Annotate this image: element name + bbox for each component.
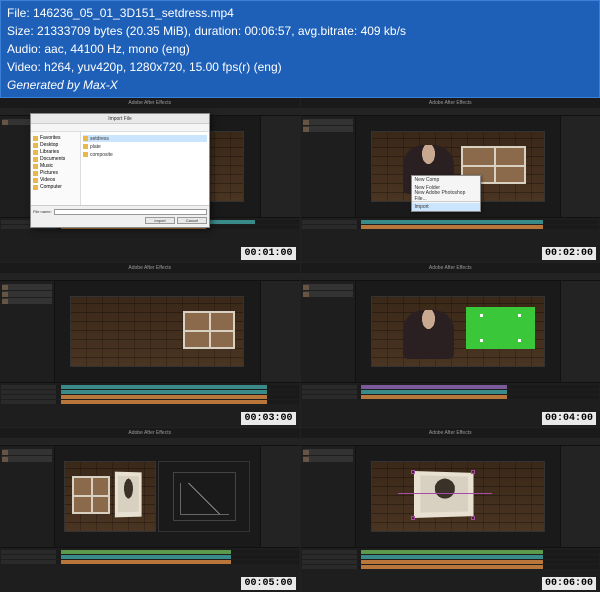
audio-line: Audio: aac, 44100 Hz, mono (eng) (7, 40, 593, 58)
timestamp: 00:02:00 (542, 247, 596, 260)
thumbnail-3[interactable]: Adobe After Effects (0, 263, 300, 427)
thumbnail-6[interactable]: Adobe After Effects (301, 428, 600, 592)
window-prop (72, 476, 110, 514)
app-titlebar: Adobe After Effects (0, 98, 300, 108)
generated-line: Generated by Max-X (7, 76, 593, 94)
file-row[interactable]: setdress (83, 135, 207, 142)
actor (403, 310, 455, 359)
cancel-button[interactable]: Cancel (177, 217, 207, 224)
dialog-title: Import File (31, 114, 209, 124)
thumbnail-5[interactable]: Adobe After Effects (0, 428, 300, 592)
dialog-file-list: setdress plate composite (81, 132, 209, 205)
transform-handle[interactable] (471, 516, 475, 520)
file-line: File: 146236_05_01_3D151_setdress.mp4 (7, 4, 593, 22)
context-menu: New Comp New Folder New Adobe Photoshop … (411, 175, 481, 212)
menu-item[interactable]: New Comp (412, 176, 480, 184)
poster (414, 471, 474, 518)
file-info-header: File: 146236_05_01_3D151_setdress.mp4 Si… (0, 0, 600, 98)
transform-handle[interactable] (411, 516, 415, 520)
video-line: Video: h264, yuv420p, 1280x720, 15.00 fp… (7, 58, 593, 76)
green-screen (466, 307, 535, 348)
timestamp: 00:05:00 (241, 577, 295, 590)
timestamp: 00:01:00 (241, 247, 295, 260)
graph-editor (158, 461, 250, 532)
timestamp: 00:03:00 (241, 412, 295, 425)
import-button[interactable]: Import (145, 217, 175, 224)
file-row[interactable]: plate (83, 143, 207, 150)
file-row[interactable]: composite (83, 151, 207, 158)
poster (115, 472, 142, 517)
thumbnail-2[interactable]: Adobe After Effects (301, 98, 600, 262)
import-dialog: Import File Favorites Desktop Libraries … (30, 113, 210, 228)
menu-item[interactable]: Import (412, 203, 480, 211)
dialog-sidebar: Favorites Desktop Libraries Documents Mu… (31, 132, 81, 205)
menu-item[interactable]: New Adobe Photoshop File... (412, 192, 480, 200)
transform-handle[interactable] (471, 470, 475, 474)
thumbnail-4[interactable]: Adobe After Effects (301, 263, 600, 427)
size-line: Size: 21333709 bytes (20.35 MiB), durati… (7, 22, 593, 40)
thumbnail-1[interactable]: Adobe After Effects Import File (0, 98, 300, 262)
timestamp: 00:06:00 (542, 577, 596, 590)
window-prop (183, 311, 235, 349)
thumbnail-grid: Adobe After Effects Import File (0, 98, 600, 592)
timestamp: 00:04:00 (542, 412, 596, 425)
transform-handle[interactable] (411, 470, 415, 474)
